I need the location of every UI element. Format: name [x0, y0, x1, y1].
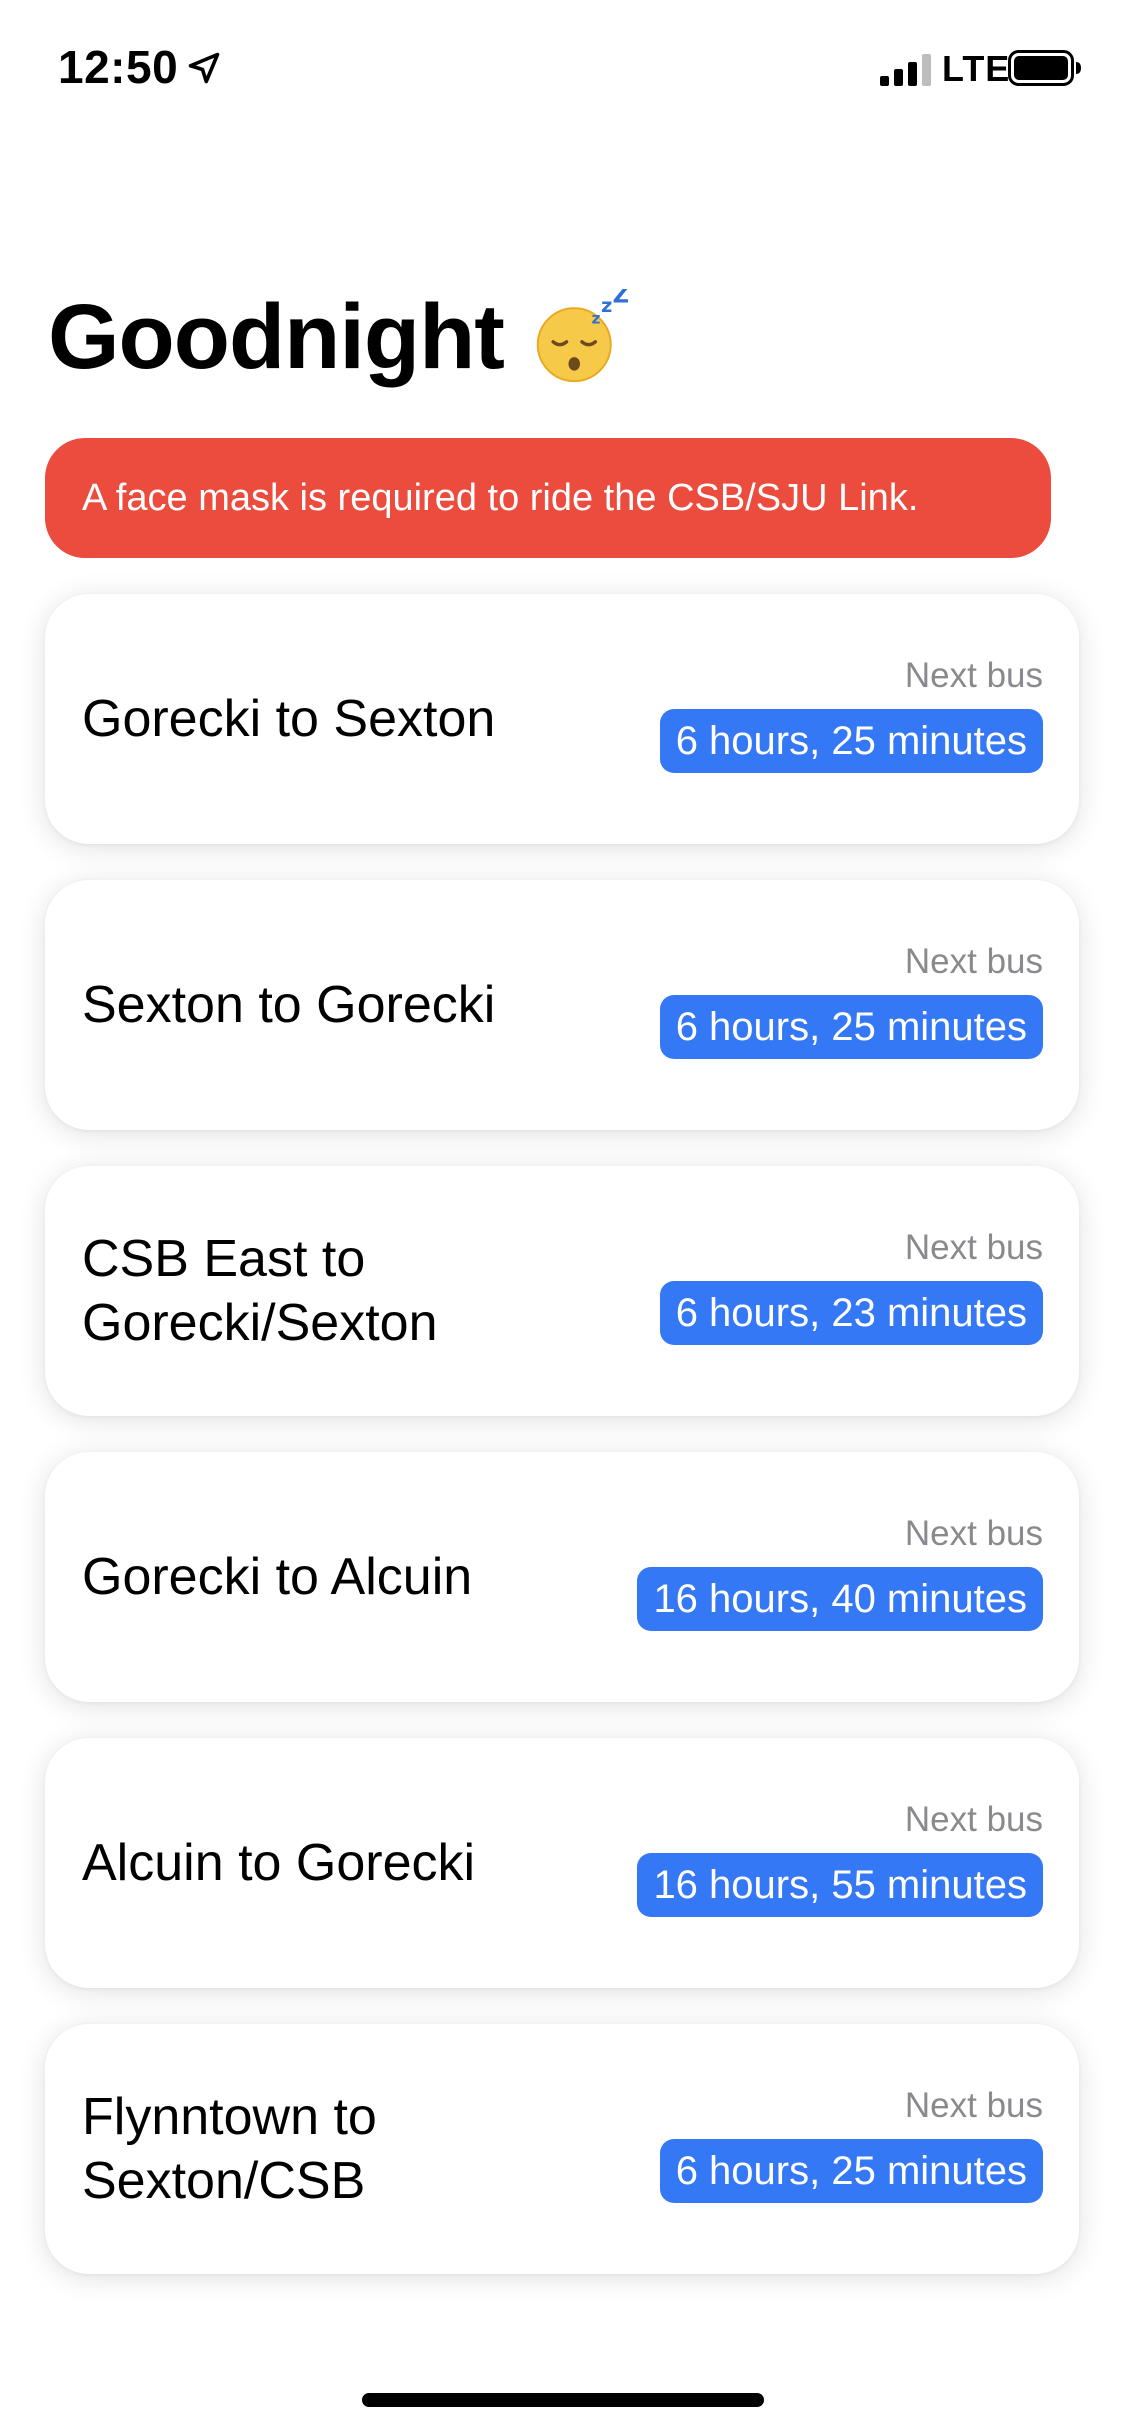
battery-icon: [1008, 50, 1081, 86]
route-card[interactable]: Gorecki to Sexton Next bus 6 hours, 25 m…: [45, 594, 1079, 844]
next-bus-label: Next bus: [904, 1800, 1043, 1839]
route-list: Gorecki to Sexton Next bus 6 hours, 25 m…: [45, 594, 1080, 2310]
route-name: Alcuin to Gorecki: [82, 1834, 476, 1892]
status-bar: 12:50 LTE: [0, 0, 1125, 140]
home-indicator[interactable]: [362, 2393, 764, 2407]
svg-text:z: z: [591, 310, 600, 328]
next-bus-label: Next bus: [904, 2086, 1043, 2125]
status-time: 12:50: [58, 41, 179, 93]
network-label: LTE: [942, 48, 1011, 89]
route-card[interactable]: CSB East to Gorecki/Sexton Next bus 6 ho…: [45, 1166, 1079, 1416]
next-bus-label: Next bus: [904, 1514, 1043, 1553]
next-bus-label: Next bus: [904, 656, 1043, 695]
eta-badge: 6 hours, 25 minutes: [659, 995, 1043, 1059]
route-card[interactable]: Flynntown to Sexton/CSB Next bus 6 hours…: [45, 2024, 1079, 2274]
route-name: CSB East to Gorecki/Sexton: [82, 1230, 438, 1352]
route-name: Gorecki to Alcuin: [82, 1548, 473, 1606]
svg-text:z: z: [601, 294, 612, 317]
eta-badge: 6 hours, 25 minutes: [659, 2139, 1043, 2203]
route-name: Sexton to Gorecki: [82, 976, 496, 1034]
route-card[interactable]: Gorecki to Alcuin Next bus 16 hours, 40 …: [45, 1452, 1079, 1702]
eta-badge: 6 hours, 23 minutes: [659, 1281, 1043, 1345]
sleeping-face-icon: z z Z: [536, 289, 628, 383]
route-card[interactable]: Alcuin to Gorecki Next bus 16 hours, 55 …: [45, 1738, 1079, 1988]
eta-badge: 16 hours, 55 minutes: [637, 1853, 1043, 1917]
signal-bars-icon: [880, 54, 931, 86]
screen: 12:50 LTE Goodnight z z Z A face mask is…: [0, 0, 1125, 2436]
alert-text: A face mask is required to ride the CSB/…: [82, 476, 919, 519]
location-arrow-icon: [188, 52, 220, 84]
route-name: Gorecki to Sexton: [82, 690, 496, 748]
route-card[interactable]: Sexton to Gorecki Next bus 6 hours, 25 m…: [45, 880, 1079, 1130]
next-bus-label: Next bus: [904, 942, 1043, 981]
page-title-text: Goodnight: [48, 286, 505, 388]
route-name: Flynntown to Sexton/CSB: [82, 2088, 377, 2210]
eta-badge: 6 hours, 25 minutes: [659, 709, 1043, 773]
mask-alert-banner[interactable]: A face mask is required to ride the CSB/…: [45, 438, 1051, 558]
next-bus-label: Next bus: [904, 1228, 1043, 1267]
eta-badge: 16 hours, 40 minutes: [637, 1567, 1043, 1631]
page-title: Goodnight z z Z: [48, 282, 628, 392]
svg-text:Z: Z: [613, 289, 628, 308]
